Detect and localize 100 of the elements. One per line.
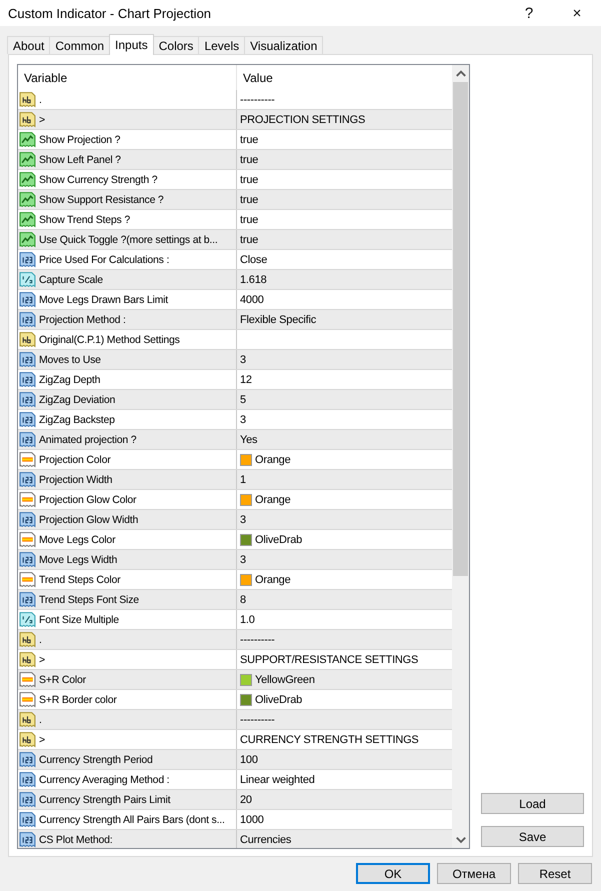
parameter-value: true [240,234,258,246]
table-row[interactable]: Font Size Multiple 1.0 [18,610,452,630]
parameter-name: Use Quick Toggle ?(more settings at b... [39,234,218,246]
parameter-value: Yes [240,434,258,446]
string-type-icon [19,91,36,108]
table-row[interactable]: . ---------- [18,630,452,650]
parameter-name: Original(C.P.1) Method Settings [39,334,180,346]
parameter-value: true [240,134,258,146]
integer-type-icon [19,811,36,828]
table-row[interactable]: Currency Strength All Pairs Bars (dont s... 1000 [18,810,452,830]
dialog-button[interactable]: OK [356,863,430,884]
parameter-value: OliveDrab [255,534,302,546]
table-row[interactable]: Original(C.P.1) Method Settings [18,330,452,350]
parameter-value: 3 [240,554,246,566]
parameter-name: Capture Scale [39,274,103,286]
integer-type-icon [19,251,36,268]
table-row[interactable]: Show Projection ? true [18,130,452,150]
table-row[interactable]: Use Quick Toggle ?(more settings at b... true [18,230,452,250]
table-row[interactable]: Projection Color Orange [18,450,452,470]
integer-type-icon [19,751,36,768]
table-row[interactable]: Currency Averaging Method : Linear weighted [18,770,452,790]
parameter-name: Currency Strength Period [39,754,153,766]
parameter-value: 1000 [240,814,264,826]
table-row[interactable]: Move Legs Width 3 [18,550,452,570]
parameter-name: CS Plot Method: [39,834,112,846]
boolean-type-icon [19,131,36,148]
tab[interactable]: About [7,36,50,54]
table-row[interactable]: Projection Glow Color Orange [18,490,452,510]
dialog-button[interactable]: Отмена [437,863,511,884]
table-row[interactable]: Capture Scale 1.618 [18,270,452,290]
table-row[interactable]: Show Left Panel ? true [18,150,452,170]
color-type-icon [19,451,36,468]
parameter-name: Trend Steps Color [39,574,120,586]
table-row[interactable]: Price Used For Calculations : Close [18,250,452,270]
parameter-value: ---------- [240,714,275,726]
table-row[interactable]: Show Support Resistance ? true [18,190,452,210]
integer-type-icon [19,411,36,428]
table-row[interactable]: Currency Strength Period 100 [18,750,452,770]
table-row[interactable]: Moves to Use 3 [18,350,452,370]
parameter-name: Move Legs Color [39,534,116,546]
tab[interactable]: Visualization [244,36,324,54]
table-row[interactable]: Show Trend Steps ? true [18,210,452,230]
table-row[interactable]: ZigZag Backstep 3 [18,410,452,430]
boolean-type-icon [19,151,36,168]
parameter-value: Linear weighted [240,774,315,786]
parameter-value: 1.618 [240,274,267,286]
dialog-button[interactable]: Reset [518,863,592,884]
integer-type-icon [19,291,36,308]
parameter-name: Show Trend Steps ? [39,214,130,226]
help-button[interactable]: ? [505,0,553,26]
parameter-name: > [39,114,45,126]
parameter-name: > [39,654,45,666]
table-row[interactable]: > SUPPORT/RESISTANCE SETTINGS [18,650,452,670]
parameter-value: true [240,214,258,226]
parameter-value: YellowGreen [255,674,315,686]
table-row[interactable]: Projection Width 1 [18,470,452,490]
table-row[interactable]: Projection Method : Flexible Specific [18,310,452,330]
side-button[interactable]: Save [481,826,584,847]
integer-type-icon [19,511,36,528]
boolean-type-icon [19,171,36,188]
table-row[interactable]: CS Plot Method: Currencies [18,830,452,848]
parameter-value: 20 [240,794,252,806]
table-row[interactable]: . ---------- [18,710,452,730]
column-header: Value [242,70,273,86]
parameter-name: Currency Strength All Pairs Bars (dont s... [39,814,225,826]
table-row[interactable]: > CURRENCY STRENGTH SETTINGS [18,730,452,750]
table-row[interactable]: Trend Steps Font Size 8 [18,590,452,610]
parameter-value: SUPPORT/RESISTANCE SETTINGS [240,654,418,666]
table-row[interactable]: . ---------- [18,90,452,110]
table-row[interactable]: S+R Border color OliveDrab [18,690,452,710]
table-row[interactable]: Trend Steps Color Orange [18,570,452,590]
fraction-type-icon [19,611,36,628]
close-button[interactable]: × [553,0,601,26]
table-row[interactable]: S+R Color YellowGreen [18,670,452,690]
parameter-name: S+R Border color [39,694,117,706]
parameter-name: . [39,634,42,646]
parameter-value: CURRENCY STRENGTH SETTINGS [240,734,419,746]
parameter-value: 1 [240,474,246,486]
color-type-icon [19,671,36,688]
parameter-name: S+R Color [39,674,86,686]
parameter-name: ZigZag Depth [39,374,100,386]
table-row[interactable]: Currency Strength Pairs Limit 20 [18,790,452,810]
boolean-type-icon [19,191,36,208]
table-row[interactable]: Projection Glow Width 3 [18,510,452,530]
table-row[interactable]: ZigZag Depth 12 [18,370,452,390]
parameter-value: 100 [240,754,258,766]
string-type-icon [19,731,36,748]
table-row[interactable]: Show Currency Strength ? true [18,170,452,190]
tab[interactable]: Inputs [109,34,154,55]
table-row[interactable]: Move Legs Drawn Bars Limit 4000 [18,290,452,310]
table-row[interactable]: ZigZag Deviation 5 [18,390,452,410]
parameter-name: Show Left Panel ? [39,154,121,166]
table-row[interactable]: > PROJECTION SETTINGS [18,110,452,130]
side-button[interactable]: Load [481,793,584,814]
parameter-name: ZigZag Backstep [39,414,115,426]
table-row[interactable]: Animated projection ? Yes [18,430,452,450]
boolean-type-icon [19,211,36,228]
integer-type-icon [19,791,36,808]
parameter-value: true [240,174,258,186]
table-row[interactable]: Move Legs Color OliveDrab [18,530,452,550]
